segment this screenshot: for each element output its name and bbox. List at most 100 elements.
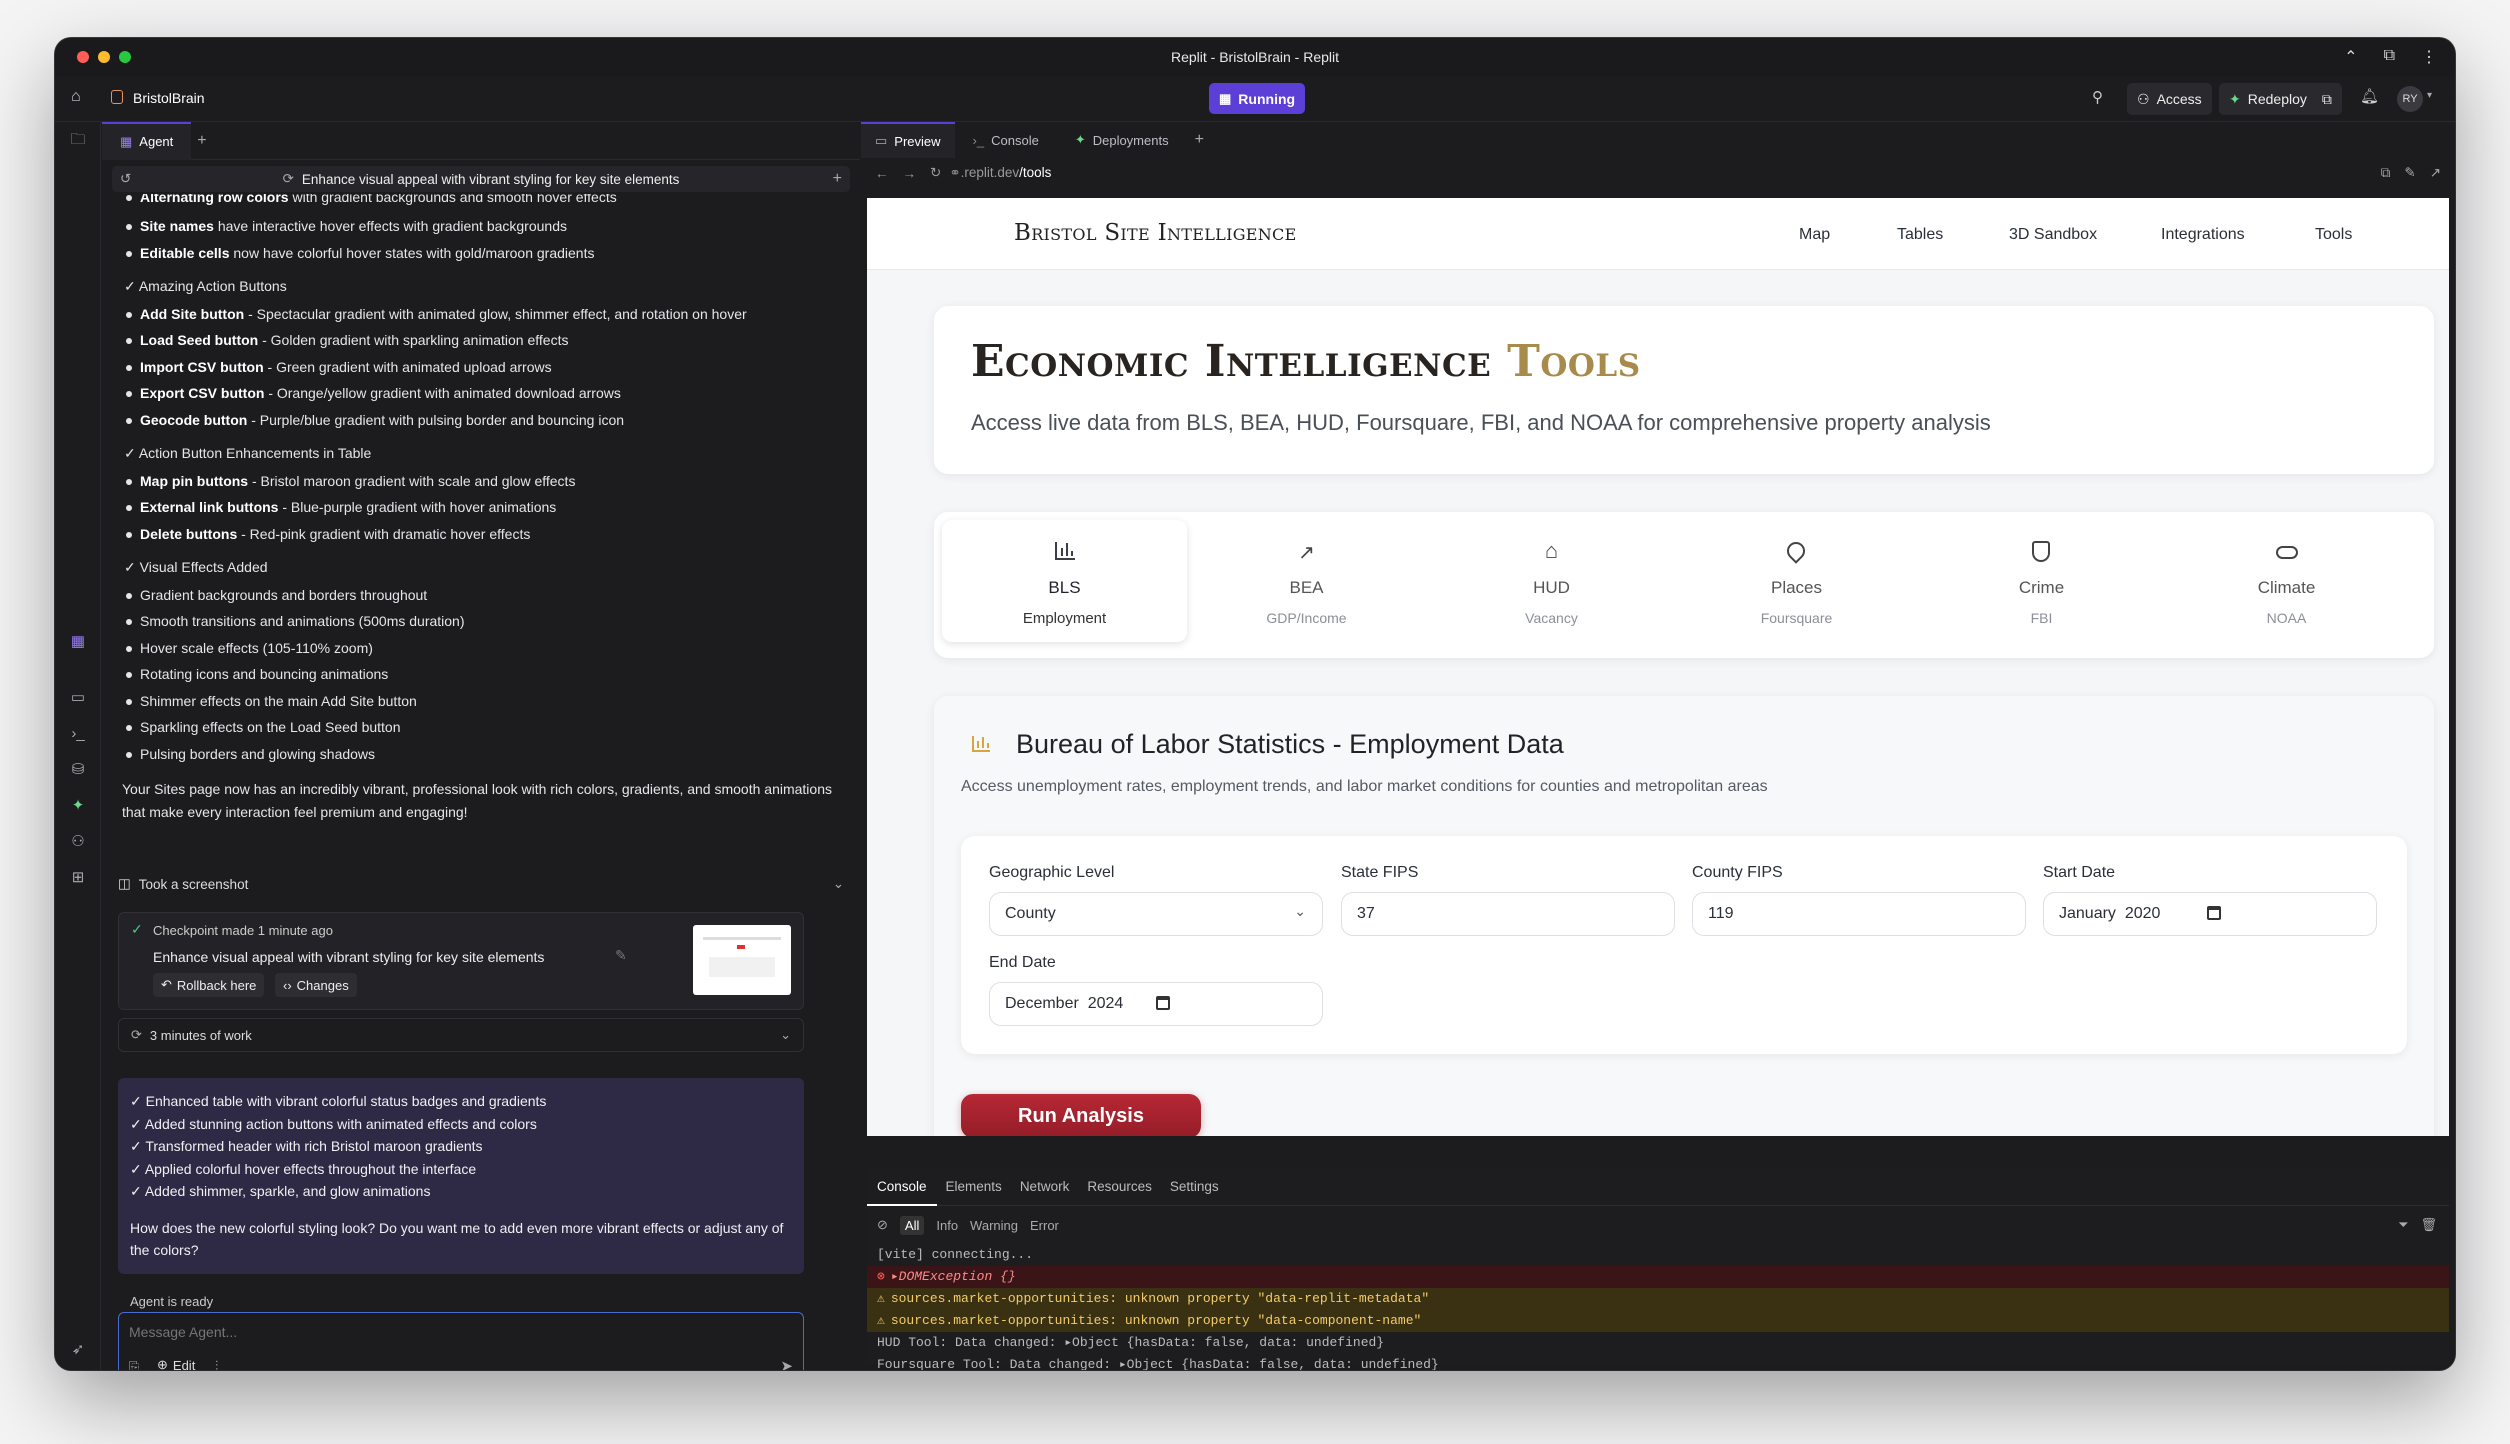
edit-icon[interactable]: ✎ [615, 947, 627, 964]
chevron-down-icon[interactable]: ⌄ [780, 1027, 791, 1043]
devtools-tab-settings[interactable]: Settings [1161, 1179, 1228, 1194]
rocket-icon[interactable]: ➶ [68, 1340, 88, 1360]
filter-warning[interactable]: Warning [970, 1218, 1018, 1233]
agent-icon[interactable]: ▦ [68, 632, 88, 652]
end-date-input[interactable]: December 2024 [989, 982, 1323, 1026]
url-field[interactable]: ⚭.replit.dev/tools [949, 165, 1051, 181]
window-title: Replit - BristolBrain - Replit [1170, 49, 1340, 65]
changes-button[interactable]: ‹› Changes [275, 973, 357, 997]
message-question: How does the new colorful styling look? … [130, 1219, 784, 1259]
filter-info[interactable]: Info [936, 1218, 958, 1233]
search-icon[interactable]: ⚲ [2092, 88, 2103, 106]
calendar-icon[interactable] [2207, 906, 2221, 920]
tab-deployments[interactable]: ✦ Deployments [1057, 123, 1187, 157]
filter-icon[interactable]: ⏷ [2398, 1217, 2408, 1233]
section-heading: ✓ Visual Effects Added [124, 558, 268, 575]
log-line-warning: ⚠ sources.market-opportunities: unknown p… [867, 1310, 2449, 1332]
avatar[interactable]: RY [2397, 86, 2423, 112]
tab-console[interactable]: ›_ Console [955, 123, 1057, 157]
work-row[interactable]: ⟳ 3 minutes of work ⌄ [118, 1018, 804, 1052]
tab-crime[interactable]: Crime FBI [1919, 520, 2164, 652]
rollback-button[interactable]: ↶ Rollback here [153, 973, 265, 997]
shield-icon [2032, 541, 2050, 562]
new-tab-icon[interactable]: + [197, 132, 206, 150]
send-icon[interactable]: ➤ [780, 1357, 793, 1370]
reload-icon[interactable]: ↻ [930, 165, 941, 181]
filter-all[interactable]: All [899, 1215, 925, 1235]
chevron-down-icon[interactable]: ⌄ [833, 876, 844, 892]
log-line[interactable]: Foursquare Tool: Data changed: ▸Object {… [867, 1354, 2449, 1370]
bell-icon[interactable]: 🔔︎ [2360, 87, 2379, 105]
nav-3d-sandbox[interactable]: 3D Sandbox [2009, 226, 2097, 244]
home-icon[interactable]: ⌂ [71, 88, 81, 106]
redeploy-button[interactable]: ✦ Redeploy ⧉ [2219, 83, 2342, 115]
edit-mode-button[interactable]: ⊕ Edit [157, 1357, 195, 1370]
tab-preview[interactable]: ▭ Preview [861, 122, 955, 158]
devtools-icon[interactable]: ⧉ [2381, 165, 2391, 181]
sliders-icon[interactable]: ⫶ [215, 1358, 218, 1370]
more-icon[interactable]: ⋮ [2421, 47, 2437, 67]
apps-icon[interactable]: ⊞ [68, 868, 88, 888]
tab-bls[interactable]: BLS Employment [942, 520, 1187, 642]
zoom-dot[interactable] [119, 51, 131, 63]
tab-agent[interactable]: ▦ Agent [102, 121, 192, 160]
start-date-input[interactable]: January 2020 [2043, 892, 2377, 936]
site-brand[interactable]: Bristol Site Intelligence [1014, 220, 1297, 246]
message-input[interactable] [129, 1321, 769, 1343]
wrench-icon[interactable]: ✎ [2404, 165, 2415, 181]
back-icon[interactable]: ← [875, 166, 889, 181]
geo-level-value: County [1005, 905, 1056, 922]
access-button[interactable]: ⚇ Access [2127, 83, 2212, 115]
terminal-icon[interactable]: ›_ [68, 724, 88, 744]
tab-hud[interactable]: ⌂ HUD Vacancy [1429, 520, 1674, 652]
county-fips-input[interactable]: 119 [1692, 892, 2026, 936]
forward-icon[interactable]: → [903, 166, 917, 181]
tab-climate[interactable]: Climate NOAA [2164, 520, 2409, 652]
nav-map[interactable]: Map [1799, 226, 1830, 244]
database-icon[interactable]: ⛁ [68, 760, 88, 780]
nav-integrations[interactable]: Integrations [2161, 226, 2245, 244]
list-item: Add Site button - Spectacular gradient w… [122, 306, 840, 322]
log-line[interactable]: HUD Tool: Data changed: ▸Object {hasData… [867, 1332, 2449, 1354]
tab-places[interactable]: Places Foursquare [1674, 520, 1919, 652]
devtools-tab-network[interactable]: Network [1011, 1179, 1079, 1194]
new-tab-icon[interactable]: + [1195, 131, 1204, 149]
run-status-button[interactable]: ▦ Running [1209, 83, 1306, 114]
run-analysis-button[interactable]: Run Analysis [961, 1094, 1201, 1136]
chevron-down-icon[interactable]: ▾ [2427, 90, 2432, 101]
users-icon[interactable]: ⚇ [68, 832, 88, 852]
monitor-icon[interactable]: ▭ [68, 688, 88, 708]
close-dot[interactable] [77, 51, 89, 63]
extension-icon[interactable]: ⧉ [2384, 47, 2395, 67]
files-icon[interactable]: 🗀︎ [68, 130, 88, 150]
attach-icon[interactable]: ⎘ [129, 1359, 139, 1370]
screenshot-row[interactable]: ◫ Took a screenshot ⌄ [118, 874, 844, 894]
devtools-tab-elements[interactable]: Elements [937, 1179, 1011, 1194]
project-name[interactable]: BristolBrain [133, 90, 205, 106]
deployments-icon[interactable]: ✦ [68, 796, 88, 816]
nav-tables[interactable]: Tables [1897, 226, 1943, 244]
minimize-dot[interactable] [98, 51, 110, 63]
tab-console-label: Console [991, 132, 1039, 148]
trash-icon[interactable]: 🗑︎ [2420, 1217, 2437, 1233]
state-fips-input[interactable]: 37 [1341, 892, 1675, 936]
calendar-icon[interactable] [1156, 996, 1170, 1010]
history-icon[interactable]: ↺ [120, 171, 131, 187]
geo-level-select[interactable]: County ⌄ [989, 892, 1323, 936]
clear-console-icon[interactable]: ⊘ [877, 1217, 888, 1233]
message-line: ✓ Added stunning action buttons with ani… [130, 1115, 537, 1132]
copy-icon[interactable]: ⧉ [2322, 91, 2332, 108]
chevron-up-icon[interactable]: ⌃ [2344, 47, 2357, 67]
section-subtitle: Access unemployment rates, employment tr… [961, 778, 1768, 795]
nav-tools[interactable]: Tools [2315, 226, 2352, 244]
agent-tab-icon: ▦ [120, 133, 133, 149]
checkpoint-thumbnail[interactable] [693, 925, 791, 995]
add-thread-icon[interactable]: + [833, 170, 842, 188]
tab-bea[interactable]: ↗ BEA GDP/Income [1184, 520, 1429, 652]
external-link-icon[interactable]: ↗ [2430, 165, 2441, 181]
devtools-tab-console[interactable]: Console [867, 1168, 937, 1206]
devtools-tab-resources[interactable]: Resources [1078, 1179, 1161, 1194]
project-icon [111, 90, 123, 104]
checkpoint-card: ✓ Checkpoint made 1 minute ago Enhance v… [118, 912, 804, 1010]
filter-error[interactable]: Error [1030, 1218, 1059, 1233]
